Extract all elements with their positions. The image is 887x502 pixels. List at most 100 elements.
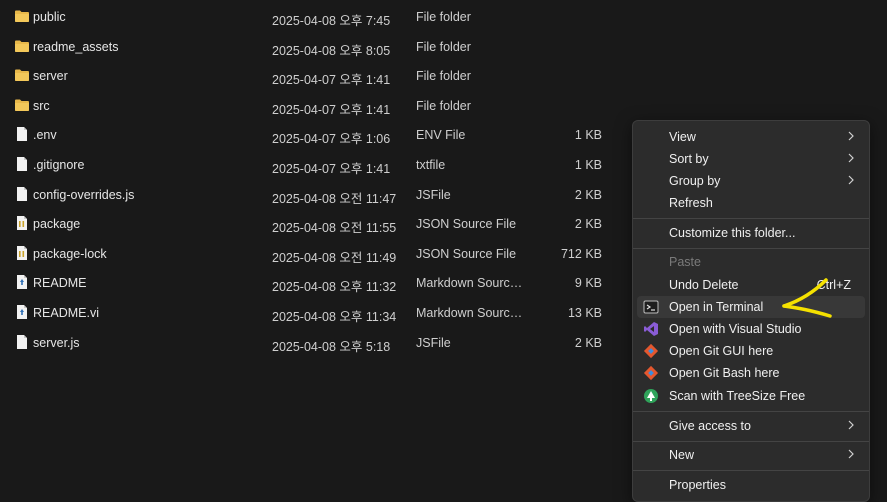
file-type: JSON Source File xyxy=(416,246,517,261)
file-size: 2 KB xyxy=(574,217,602,232)
json-file-icon xyxy=(14,245,30,261)
file-row[interactable]: .gitignore 2025-04-07 오후 1:41 txtfile 1 KB xyxy=(0,150,620,179)
file-row[interactable]: config-overrides.js 2025-04-08 오전 11:47 JS… xyxy=(0,180,620,209)
json-file-icon xyxy=(14,215,30,231)
menu-item-git-gui[interactable]: Open Git GUI here xyxy=(637,340,865,362)
menu-item-paste: Paste xyxy=(637,251,865,273)
menu-item-label: Sort by xyxy=(669,152,709,166)
menu-item-label: Open Git Bash here xyxy=(669,366,780,380)
folder-icon xyxy=(14,8,30,24)
menu-item-label: Refresh xyxy=(669,196,713,210)
menu-item-new[interactable]: New xyxy=(637,444,865,466)
file-date-modified: 2025-04-08 오전 11:49 xyxy=(272,250,397,265)
file-name: server.js xyxy=(33,335,80,350)
file-row[interactable]: server.js 2025-04-08 오후 5:18 JSFile 2 KB xyxy=(0,328,620,357)
menu-item-refresh[interactable]: Refresh xyxy=(637,192,865,214)
menu-item-label: Group by xyxy=(669,174,721,188)
folder-icon xyxy=(14,97,30,113)
menu-item-properties[interactable]: Properties xyxy=(637,474,865,496)
menu-item-label: Open in Terminal xyxy=(669,300,764,314)
menu-separator xyxy=(633,441,869,442)
file-type: File folder xyxy=(416,69,471,84)
file-date-modified: 2025-04-08 오후 5:18 xyxy=(272,339,391,354)
menu-separator xyxy=(633,411,869,412)
menu-item-label: Properties xyxy=(669,478,726,492)
menu-item-label: Customize this folder... xyxy=(669,226,796,240)
menu-item-open-terminal[interactable]: Open in Terminal xyxy=(637,296,865,318)
file-name: server xyxy=(33,69,68,84)
visual-studio-icon xyxy=(644,322,658,336)
file-name: readme_assets xyxy=(33,39,119,54)
file-size: 13 KB xyxy=(567,306,602,320)
menu-item-give-access[interactable]: Give access to xyxy=(637,415,865,437)
menu-item-treesize[interactable]: Scan with TreeSize Free xyxy=(637,385,865,407)
file-type: File folder xyxy=(416,39,471,54)
menu-item-customize-folder[interactable]: Customize this folder... xyxy=(637,222,865,244)
file-type: txtfile xyxy=(416,158,446,172)
file-row[interactable]: package 2025-04-08 오전 11:55 JSON Source Fi… xyxy=(0,209,620,238)
file-name: public xyxy=(33,10,66,24)
file-date-modified: 2025-04-07 오후 1:41 xyxy=(272,162,391,176)
file-row[interactable]: public 2025-04-08 오후 7:45 File folder xyxy=(0,2,620,31)
file-type: Markdown Source ... xyxy=(416,276,526,291)
menu-item-git-bash[interactable]: Open Git Bash here xyxy=(637,362,865,384)
menu-separator xyxy=(633,218,869,219)
treesize-icon xyxy=(644,389,658,403)
file-name: .env xyxy=(33,128,57,143)
file-name: .gitignore xyxy=(33,158,85,172)
file-type: JSON Source File xyxy=(416,217,517,232)
chevron-right-icon xyxy=(848,131,854,141)
menu-item-undo-delete[interactable]: Undo Delete Ctrl+Z xyxy=(637,274,865,296)
file-date-modified: 2025-04-08 오후 11:34 xyxy=(272,310,397,324)
file-date-modified: 2025-04-08 오후 11:32 xyxy=(272,280,397,295)
git-icon xyxy=(643,365,659,381)
chevron-right-icon xyxy=(848,420,854,430)
markdown-file-icon xyxy=(14,274,30,290)
file-name: README.vi xyxy=(33,306,99,320)
menu-item-label: Undo Delete xyxy=(669,278,739,292)
menu-item-view[interactable]: View xyxy=(637,126,865,148)
file-row[interactable]: src 2025-04-07 오후 1:41 File folder xyxy=(0,91,620,120)
chevron-right-icon xyxy=(848,153,854,163)
file-row[interactable]: README 2025-04-08 오후 11:32 Markdown Source… xyxy=(0,268,620,297)
file-row[interactable]: server 2025-04-07 오후 1:41 File folder xyxy=(0,61,620,90)
file-size: 2 KB xyxy=(574,187,602,202)
file-name: package xyxy=(33,217,81,232)
menu-item-sort-by[interactable]: Sort by xyxy=(637,148,865,170)
file-date-modified: 2025-04-07 오후 1:41 xyxy=(272,102,391,117)
menu-item-label: Scan with TreeSize Free xyxy=(669,389,806,403)
file-icon xyxy=(14,334,30,350)
file-type: Markdown Source ... xyxy=(416,306,526,320)
file-row[interactable]: readme_assets 2025-04-08 오후 8:05 File fold… xyxy=(0,32,620,61)
file-type: File folder xyxy=(416,10,471,24)
file-size: 1 KB xyxy=(574,158,602,172)
menu-item-label: Give access to xyxy=(669,419,751,433)
file-type: JSFile xyxy=(416,187,451,202)
file-name: README xyxy=(33,276,87,291)
chevron-right-icon xyxy=(848,449,854,459)
file-date-modified: 2025-04-07 오후 1:41 xyxy=(272,73,391,88)
folder-icon xyxy=(14,67,30,83)
file-date-modified: 2025-04-08 오전 11:47 xyxy=(272,191,397,206)
file-date-modified: 2025-04-08 오후 8:05 xyxy=(272,43,391,58)
file-size: 9 KB xyxy=(574,276,602,291)
markdown-file-icon xyxy=(14,304,30,320)
file-icon xyxy=(14,186,30,202)
folder-icon xyxy=(14,38,30,54)
file-row[interactable]: package-lock 2025-04-08 오전 11:49 JSON Sour… xyxy=(0,239,620,268)
file-type: JSFile xyxy=(416,335,451,350)
file-size: 2 KB xyxy=(574,335,602,350)
chevron-right-icon xyxy=(848,175,854,185)
menu-separator xyxy=(633,470,869,471)
file-date-modified: 2025-04-07 오후 1:06 xyxy=(272,132,391,147)
menu-item-label: Open Git GUI here xyxy=(669,344,774,358)
file-row[interactable]: .env 2025-04-07 오후 1:06 ENV File 1 KB xyxy=(0,120,620,149)
file-name: src xyxy=(33,98,50,113)
file-row[interactable]: README.vi 2025-04-08 오후 11:34 Markdown Sou… xyxy=(0,298,620,327)
menu-item-group-by[interactable]: Group by xyxy=(637,170,865,192)
file-type: File folder xyxy=(416,98,471,113)
file-size: 712 KB xyxy=(560,246,602,261)
file-icon xyxy=(14,126,30,142)
menu-item-open-visual-studio[interactable]: Open with Visual Studio xyxy=(637,318,865,340)
shortcut-label: Ctrl+Z xyxy=(816,278,851,292)
